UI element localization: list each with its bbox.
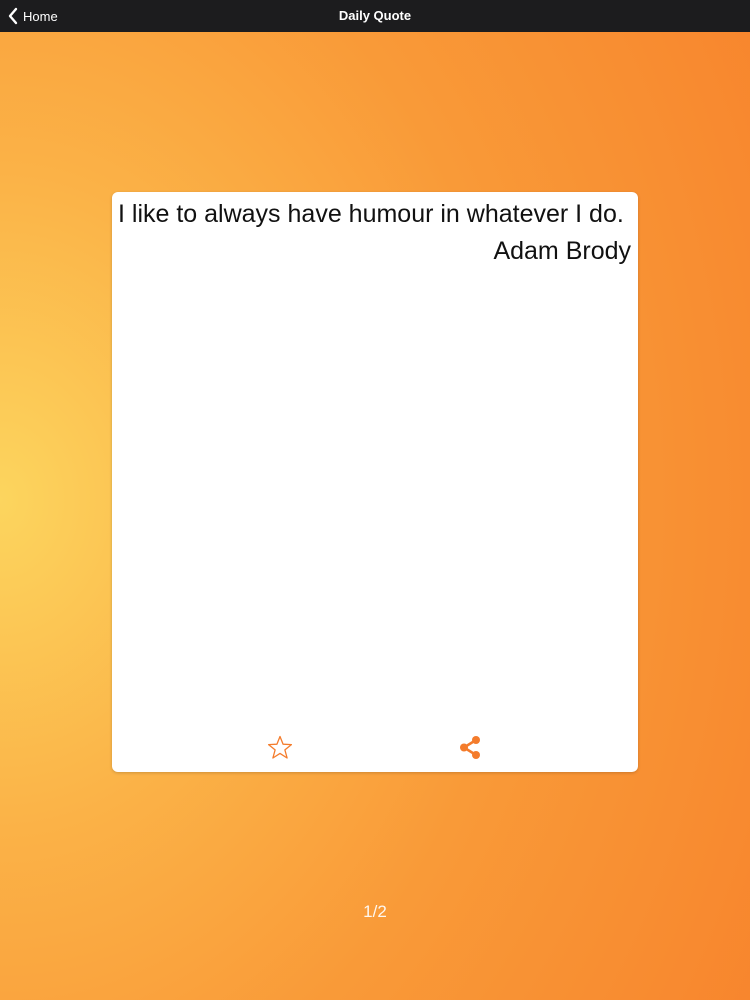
page-title: Daily Quote bbox=[338, 8, 412, 23]
star-outline-icon bbox=[267, 735, 293, 759]
page-indicator: 1/2 bbox=[363, 902, 387, 921]
share-button[interactable] bbox=[456, 734, 484, 762]
share-icon bbox=[460, 736, 480, 759]
favorite-button[interactable] bbox=[266, 734, 294, 762]
navigation-bar: Home Daily Quote bbox=[0, 0, 750, 32]
quote-text: I like to always have humour in whatever… bbox=[118, 200, 624, 228]
quote-author: Adam Brody bbox=[493, 237, 631, 265]
quote-card: I like to always have humour in whatever… bbox=[112, 192, 638, 772]
